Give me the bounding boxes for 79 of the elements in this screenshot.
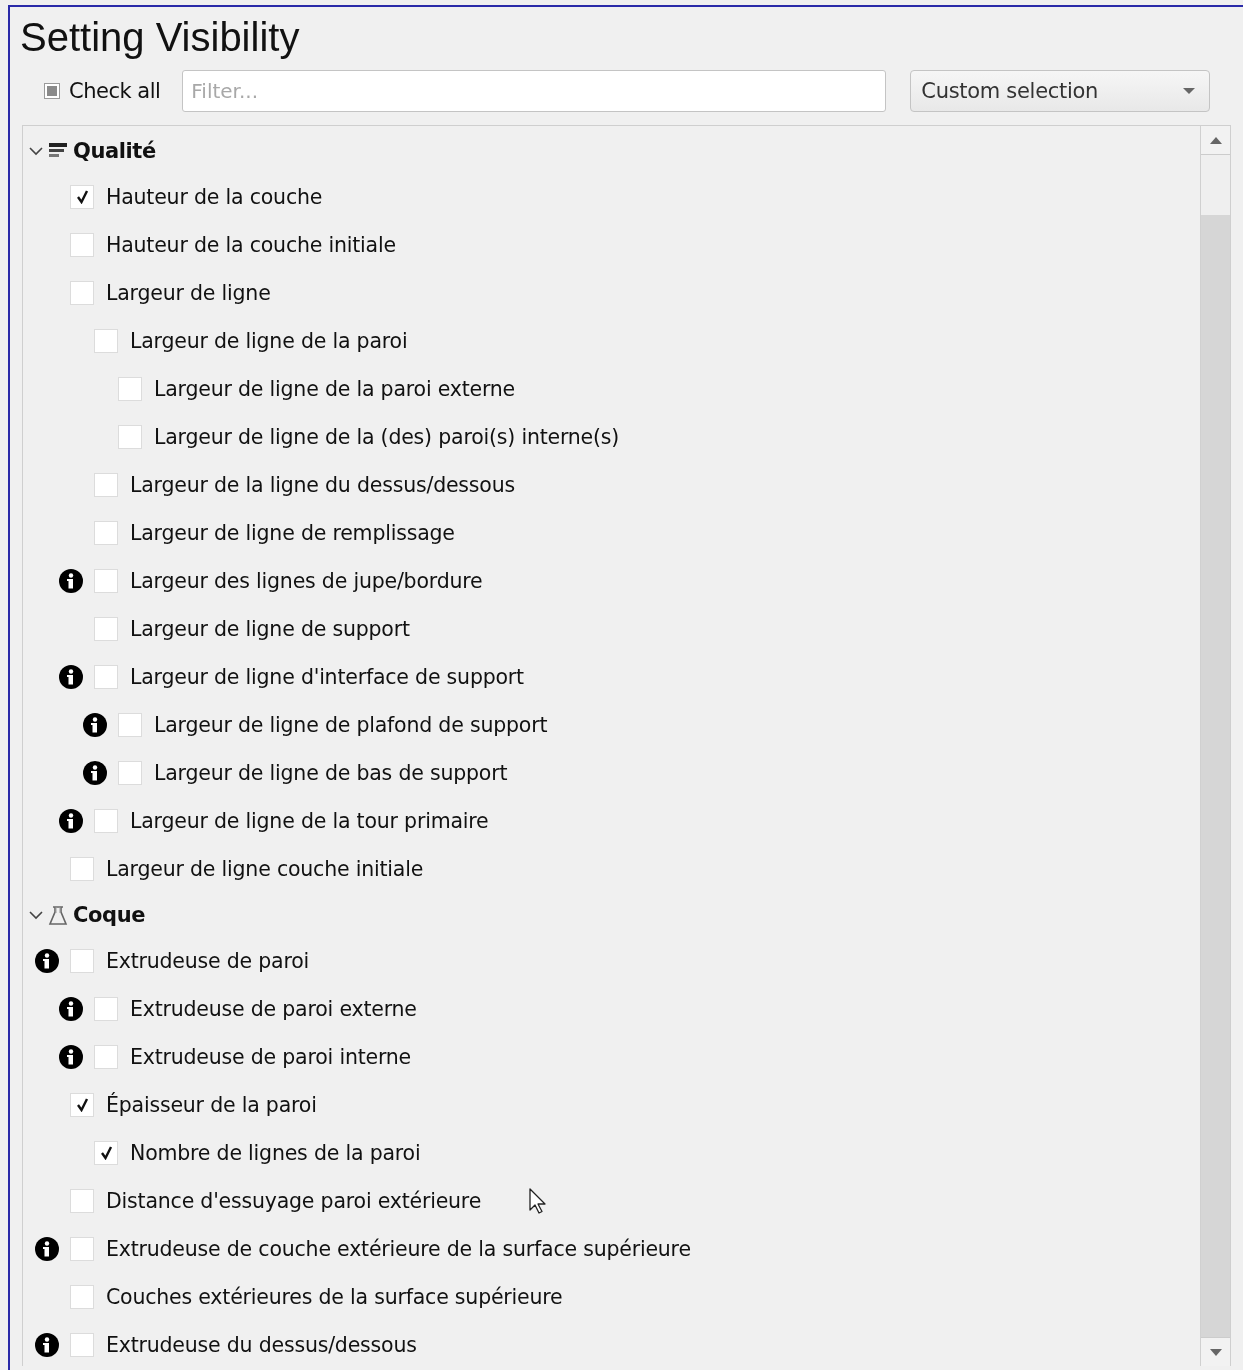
info-icon[interactable]	[83, 761, 107, 785]
category-title[interactable]: Coque	[73, 903, 146, 927]
preset-dropdown[interactable]: Custom selection	[910, 70, 1211, 112]
info-icon[interactable]	[59, 809, 83, 833]
setting-checkbox[interactable]	[118, 425, 142, 449]
setting-label: Extrudeuse de paroi	[106, 949, 310, 973]
setting-checkbox[interactable]	[94, 1045, 118, 1069]
setting-label: Largeur de ligne de remplissage	[130, 521, 455, 545]
setting-checkbox[interactable]	[94, 1141, 118, 1165]
info-icon[interactable]	[35, 1333, 59, 1357]
setting-label: Largeur de la ligne du dessus/dessous	[130, 473, 515, 497]
setting-label: Largeur de ligne de la tour primaire	[130, 809, 489, 833]
setting-checkbox[interactable]	[70, 185, 94, 209]
setting-checkbox[interactable]	[70, 1189, 94, 1213]
check-icon	[75, 190, 89, 204]
check-all-checkbox[interactable]	[44, 83, 60, 99]
setting-checkbox[interactable]	[94, 329, 118, 353]
expand-chevron-icon[interactable]	[29, 146, 43, 156]
setting-label: Distance d'essuyage paroi extérieure	[106, 1189, 482, 1213]
setting-label: Nombre de lignes de la paroi	[130, 1141, 421, 1165]
setting-label: Extrudeuse de couche extérieure de la surface supérieure	[106, 1237, 691, 1261]
setting-checkbox[interactable]	[70, 949, 94, 973]
setting-label: Largeur de ligne de support	[130, 617, 410, 641]
down-arrow-icon	[1209, 1348, 1222, 1356]
setting-label: Largeur de ligne de la paroi	[130, 329, 408, 353]
setting-checkbox[interactable]	[70, 857, 94, 881]
info-icon[interactable]	[35, 949, 59, 973]
mouse-cursor-icon	[528, 1188, 548, 1215]
info-icon[interactable]	[59, 997, 83, 1021]
up-arrow-icon	[1209, 136, 1222, 144]
setting-label: Largeur de ligne	[106, 281, 271, 305]
setting-checkbox[interactable]	[118, 377, 142, 401]
scrollbar-thumb[interactable]	[1201, 155, 1230, 215]
scroll-up-button[interactable]	[1201, 126, 1230, 155]
category-title[interactable]: Qualité	[73, 139, 156, 163]
setting-label: Largeur de ligne de bas de support	[154, 761, 508, 785]
setting-label: Extrudeuse de paroi interne	[130, 1045, 412, 1069]
setting-checkbox[interactable]	[94, 665, 118, 689]
dropdown-caret-icon	[1183, 88, 1196, 94]
info-icon[interactable]	[35, 1237, 59, 1261]
panel-title: Setting Visibility	[20, 14, 300, 61]
setting-label: Épaisseur de la paroi	[106, 1093, 317, 1117]
scrollbar[interactable]	[1200, 126, 1230, 1366]
setting-checkbox[interactable]	[70, 233, 94, 257]
setting-checkbox[interactable]	[118, 713, 142, 737]
setting-label: Largeur de ligne de la (des) paroi(s) interne(s)	[154, 425, 620, 449]
setting-label: Hauteur de la couche initiale	[106, 233, 396, 257]
setting-label: Largeur des lignes de jupe/bordure	[130, 569, 483, 593]
setting-checkbox[interactable]	[70, 1237, 94, 1261]
info-icon[interactable]	[59, 665, 83, 689]
setting-label: Largeur de ligne de la paroi externe	[154, 377, 515, 401]
setting-label: Extrudeuse de paroi externe	[130, 997, 417, 1021]
setting-checkbox[interactable]	[94, 569, 118, 593]
setting-checkbox[interactable]	[94, 617, 118, 641]
info-icon[interactable]	[83, 713, 107, 737]
info-icon[interactable]	[59, 1045, 83, 1069]
setting-checkbox[interactable]	[70, 1093, 94, 1117]
setting-label: Largeur de ligne couche initiale	[106, 857, 424, 881]
check-all-label: Check all	[69, 79, 161, 103]
setting-checkbox[interactable]	[94, 997, 118, 1021]
flask-icon	[47, 904, 69, 926]
check-icon	[99, 1146, 113, 1160]
info-icon[interactable]	[59, 569, 83, 593]
scroll-down-button[interactable]	[1201, 1337, 1230, 1366]
setting-checkbox[interactable]	[70, 281, 94, 305]
expand-chevron-icon[interactable]	[29, 910, 43, 920]
setting-label: Largeur de ligne de plafond de support	[154, 713, 548, 737]
setting-label: Largeur de ligne d'interface de support	[130, 665, 524, 689]
setting-checkbox[interactable]	[94, 473, 118, 497]
setting-checkbox[interactable]	[118, 761, 142, 785]
filter-field[interactable]: Filter...	[182, 70, 887, 112]
check-icon	[75, 1098, 89, 1112]
setting-checkbox[interactable]	[94, 521, 118, 545]
setting-label: Extrudeuse du dessus/dessous	[106, 1333, 417, 1357]
setting-checkbox[interactable]	[70, 1333, 94, 1357]
setting-label: Hauteur de la couche	[106, 185, 323, 209]
setting-checkbox[interactable]	[70, 1285, 94, 1309]
setting-checkbox[interactable]	[94, 809, 118, 833]
setting-label: Couches extérieures de la surface supérieure	[106, 1285, 563, 1309]
